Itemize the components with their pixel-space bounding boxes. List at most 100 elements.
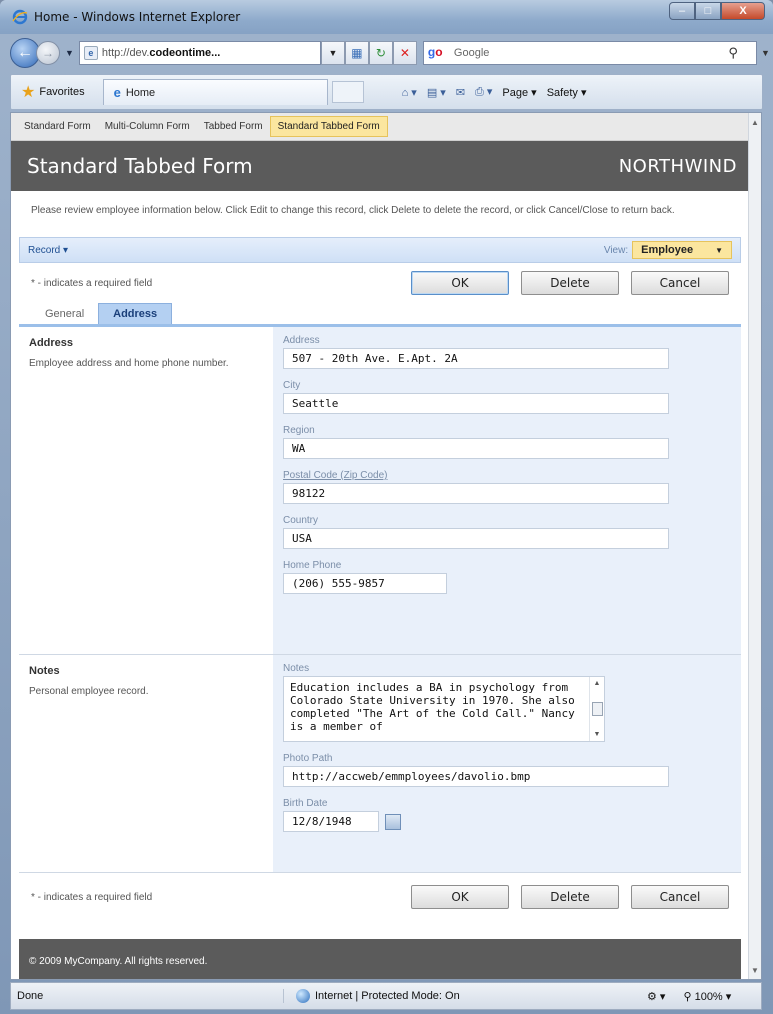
- address-label: Address: [283, 335, 320, 346]
- window-title: Home - Windows Internet Explorer: [34, 10, 241, 24]
- status-text: Done: [17, 990, 44, 1002]
- home-phone-label: Home Phone: [283, 560, 342, 571]
- web-page: Standard Form Multi-Column Form Tabbed F…: [11, 113, 749, 979]
- form-tabs: General Address: [19, 303, 741, 327]
- nav-tabbed-form[interactable]: Tabbed Form: [197, 117, 270, 136]
- cancel-button-bottom[interactable]: Cancel: [631, 885, 729, 909]
- delete-button-bottom[interactable]: Delete: [521, 885, 619, 909]
- postal-code-field[interactable]: 98122: [283, 483, 669, 504]
- page-menu[interactable]: Page ▾: [502, 86, 536, 99]
- maximize-button[interactable]: □: [695, 2, 721, 20]
- mail-icon[interactable]: ✉: [456, 86, 465, 99]
- address-section: Address Employee address and home phone …: [19, 327, 741, 655]
- notes-text: Education includes a BA in psychology fr…: [290, 681, 575, 733]
- history-dropdown-icon[interactable]: ▼: [65, 48, 74, 58]
- notes-textarea[interactable]: Education includes a BA in psychology fr…: [283, 676, 605, 742]
- postal-code-label: Postal Code (Zip Code): [283, 470, 388, 481]
- top-navigation: Standard Form Multi-Column Form Tabbed F…: [11, 113, 749, 141]
- delete-button-top[interactable]: Delete: [521, 271, 619, 295]
- page-viewport: Standard Form Multi-Column Form Tabbed F…: [10, 112, 762, 980]
- minimize-button[interactable]: –: [669, 2, 695, 20]
- page-favicon-icon: e: [83, 46, 98, 60]
- print-icon[interactable]: ⎙ ▾: [475, 85, 492, 99]
- status-bar: Done Internet | Protected Mode: On ⚙ ▾ ⚲…: [10, 982, 762, 1010]
- feeds-icon[interactable]: ▤ ▾: [427, 86, 446, 99]
- url-prefix: http://dev.: [101, 47, 150, 59]
- search-icon[interactable]: ⚲: [728, 45, 738, 61]
- ok-button-bottom[interactable]: OK: [411, 885, 509, 909]
- zoom-level[interactable]: ⚲ 100% ▾: [683, 990, 731, 1003]
- browser-tab-home[interactable]: e Home: [102, 79, 328, 105]
- photo-path-field[interactable]: http://accweb/emmployees/davolio.bmp: [283, 766, 669, 787]
- security-zone[interactable]: Internet | Protected Mode: On: [283, 989, 583, 1003]
- ok-button-top[interactable]: OK: [411, 271, 509, 295]
- cancel-button-top[interactable]: Cancel: [631, 271, 729, 295]
- notes-scrollbar[interactable]: ▲ ▼: [589, 677, 604, 741]
- region-label: Region: [283, 425, 315, 436]
- view-dropdown-icon: ▼: [715, 245, 723, 255]
- new-tab-button[interactable]: [331, 81, 364, 103]
- title-bar: Home - Windows Internet Explorer – □ X: [0, 0, 773, 34]
- notes-section-description: Personal employee record.: [29, 686, 149, 697]
- page-footer: © 2009 MyCompany. All rights reserved.: [19, 939, 741, 979]
- search-input[interactable]: go Google ⚲ ▼: [422, 41, 770, 65]
- brand-name: NORTHWIND: [618, 155, 737, 177]
- scroll-down-icon[interactable]: ▼: [594, 731, 601, 738]
- birth-date-field[interactable]: 12/8/1948: [283, 811, 379, 832]
- home-icon[interactable]: ⌂ ▾: [402, 86, 417, 99]
- top-button-row: * - indicates a required field OK Delete…: [11, 263, 749, 303]
- nav-standard-tabbed-form[interactable]: Standard Tabbed Form: [269, 116, 388, 137]
- scroll-thumb[interactable]: [591, 702, 603, 716]
- view-selector[interactable]: Employee ▼: [632, 241, 732, 259]
- zoom-text: 100%: [694, 990, 723, 1003]
- page-scroll-up-icon[interactable]: ▲: [749, 115, 761, 129]
- tab-address[interactable]: Address: [98, 303, 173, 324]
- zoom-icon: ⚲: [683, 990, 692, 1003]
- view-label: View:: [603, 244, 629, 256]
- ie-logo-icon: [12, 9, 28, 25]
- home-phone-field[interactable]: (206) 555-9857: [283, 573, 447, 594]
- page-description: Please review employee information below…: [31, 205, 675, 216]
- stop-icon[interactable]: ✕: [392, 41, 417, 65]
- address-section-description: Employee address and home phone number.: [29, 358, 229, 369]
- city-label: City: [283, 380, 301, 391]
- ie-tab-icon: e: [113, 85, 121, 100]
- forward-button[interactable]: →: [36, 41, 60, 65]
- close-button[interactable]: X: [721, 2, 765, 20]
- region-field[interactable]: WA: [283, 438, 669, 459]
- calendar-icon[interactable]: [385, 813, 401, 830]
- page-scrollbar[interactable]: ▲ ▼: [748, 113, 761, 979]
- country-field[interactable]: USA: [283, 528, 669, 549]
- favorites-bar: ★ Favorites e Home ⌂ ▾ ▤ ▾ ✉ ⎙ ▾ Page ▾ Sa…: [10, 74, 763, 110]
- compatibility-view-icon[interactable]: ▦: [344, 41, 369, 65]
- search-dropdown-icon[interactable]: ▼: [761, 48, 770, 58]
- view-value: Employee: [641, 244, 694, 256]
- notes-label: Notes: [283, 663, 310, 674]
- nav-multi-column-form[interactable]: Multi-Column Form: [98, 117, 197, 136]
- record-menu[interactable]: Record ▾: [28, 245, 68, 256]
- notes-section: Notes Personal employee record. Notes Ed…: [19, 655, 741, 873]
- refresh-icon[interactable]: ↻: [368, 41, 393, 65]
- browser-window: Home - Windows Internet Explorer – □ X ←…: [0, 0, 773, 1014]
- google-logo-icon: go: [427, 45, 443, 59]
- address-field[interactable]: 507 - 20th Ave. E.Apt. 2A: [283, 348, 669, 369]
- safety-menu[interactable]: Safety ▾: [547, 86, 587, 99]
- scroll-up-icon[interactable]: ▲: [594, 680, 601, 687]
- page-banner: Standard Tabbed Form NORTHWIND: [11, 141, 749, 191]
- nav-standard-form[interactable]: Standard Form: [17, 117, 98, 136]
- url-dropdown-icon[interactable]: ▼: [320, 41, 345, 65]
- city-field[interactable]: Seattle: [283, 393, 669, 414]
- url-input[interactable]: e http://dev. codeontime...: [78, 41, 321, 65]
- address-section-heading: Address: [29, 337, 74, 349]
- favorites-button[interactable]: ★ Favorites: [11, 82, 95, 102]
- address-bar: ← → ▼ e http://dev. codeontime... ▼ ▦ ↻ ✕…: [0, 34, 773, 72]
- search-placeholder: Google: [453, 47, 490, 59]
- page-scroll-down-icon[interactable]: ▼: [749, 963, 761, 977]
- favorites-star-icon: ★: [21, 84, 36, 101]
- zone-text: Internet | Protected Mode: On: [315, 990, 460, 1002]
- tab-general[interactable]: General: [31, 304, 98, 324]
- notes-section-heading: Notes: [29, 665, 60, 677]
- protected-mode-icon[interactable]: ⚙ ▾: [647, 990, 665, 1003]
- action-bar: Record ▾ View: Employee ▼: [19, 237, 741, 263]
- favorites-label: Favorites: [39, 86, 85, 98]
